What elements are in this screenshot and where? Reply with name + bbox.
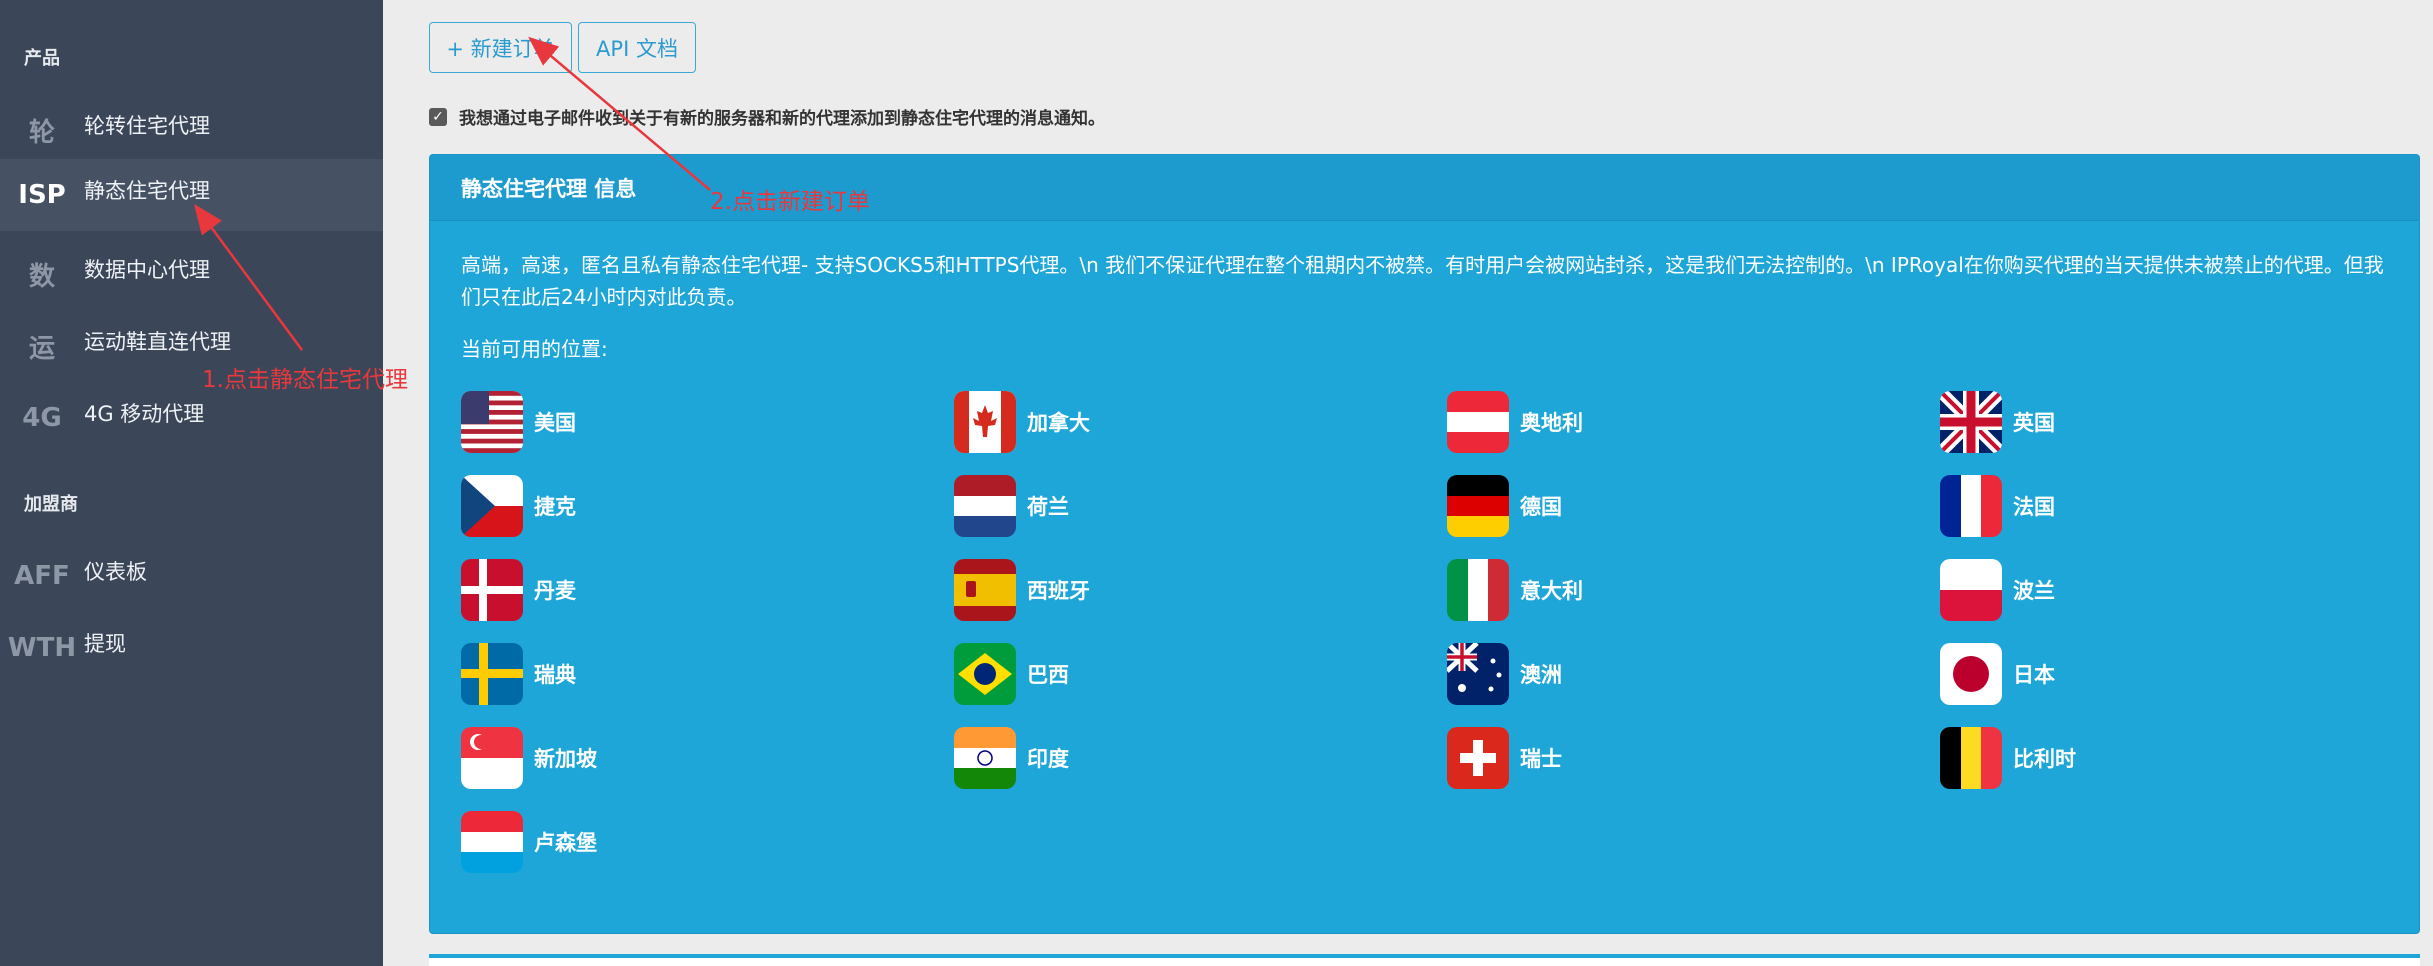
section-title-products: 产品 [24, 48, 60, 69]
nav-abbr: 数 [28, 261, 55, 292]
location-name: 西班牙 [1027, 579, 1090, 603]
location-name: 日本 [2013, 663, 2055, 687]
sidebar-item-dashboard[interactable]: AFF 仪表板 [0, 540, 383, 612]
location-name: 捷克 [534, 495, 576, 519]
nav-abbr: 运 [28, 333, 55, 364]
sidebar-item-datacenter[interactable]: 数 数据中心代理 [0, 238, 383, 310]
email-notify-option: ✓ 我想通过电子邮件收到关于有新的服务器和新的代理添加到静态住宅代理的消息通知。 [429, 104, 1105, 129]
location-item-it: 意大利 [1447, 559, 1927, 621]
location-item-us: 美国 [461, 391, 941, 453]
location-name: 巴西 [1027, 663, 1069, 687]
sidebar-item-rotating-residential[interactable]: 轮 轮转住宅代理 [0, 94, 383, 166]
location-item-lu: 卢森堡 [461, 811, 941, 873]
location-name: 英国 [2013, 411, 2055, 435]
email-notify-checkbox[interactable]: ✓ [429, 107, 447, 126]
location-item-es: 西班牙 [954, 559, 1434, 621]
annotation-step1: 1.点击静态住宅代理 [202, 367, 408, 393]
annotation-step2: 2.点击新建订单 [710, 189, 870, 215]
location-name: 波兰 [2013, 579, 2055, 603]
location-item-ca: 加拿大 [954, 391, 1434, 453]
location-name: 澳洲 [1520, 663, 1562, 687]
location-name: 加拿大 [1027, 411, 1090, 435]
email-notify-label: 我想通过电子邮件收到关于有新的服务器和新的代理添加到静态住宅代理的消息通知。 [459, 109, 1105, 129]
panel-description: 高端，高速，匿名且私有静态住宅代理- 支持SOCKS5和HTTPS代理。\n 我… [461, 253, 2384, 309]
in-flag-icon [954, 727, 1016, 789]
ca-flag-icon [954, 391, 1016, 453]
sidebar-item-withdraw[interactable]: WTH 提现 [0, 612, 383, 684]
es-flag-icon [954, 559, 1016, 621]
sidebar-item-static-residential[interactable]: ISP 静态住宅代理 [0, 159, 383, 231]
nav-label: 静态住宅代理 [84, 179, 210, 203]
location-name: 法国 [2013, 495, 2055, 519]
be-flag-icon [1940, 727, 2002, 789]
location-name: 荷兰 [1027, 495, 1069, 519]
jp-flag-icon [1940, 643, 2002, 705]
location-name: 新加坡 [534, 747, 597, 771]
nav-label: 轮转住宅代理 [84, 114, 210, 138]
location-name: 比利时 [2013, 747, 2076, 771]
nav-label: 运动鞋直连代理 [84, 330, 231, 354]
sidebar: 产品 轮 轮转住宅代理 ISP 静态住宅代理 数 数据中心代理 运 运动鞋直连代… [0, 0, 383, 966]
location-name: 印度 [1027, 747, 1069, 771]
main-content: + 新建订单 API 文档 ✓ 我想通过电子邮件收到关于有新的服务器和新的代理添… [383, 0, 2433, 966]
de-flag-icon [1447, 475, 1509, 537]
at-flag-icon [1447, 391, 1509, 453]
location-item-gb: 英国 [1940, 391, 2420, 453]
location-name: 德国 [1520, 495, 1562, 519]
location-item-nl: 荷兰 [954, 475, 1434, 537]
location-item-de: 德国 [1447, 475, 1927, 537]
nav-label: 数据中心代理 [84, 258, 210, 282]
location-name: 瑞士 [1520, 747, 1562, 771]
nl-flag-icon [954, 475, 1016, 537]
location-item-br: 巴西 [954, 643, 1434, 705]
location-name: 卢森堡 [534, 831, 597, 855]
pl-flag-icon [1940, 559, 2002, 621]
location-item-au: 澳洲 [1447, 643, 1927, 705]
new-order-button[interactable]: + 新建订单 [429, 22, 572, 73]
gb-flag-icon [1940, 391, 2002, 453]
nav-abbr: ISP [18, 180, 66, 210]
location-item-pl: 波兰 [1940, 559, 2420, 621]
panel-title: 静态住宅代理 信息 [461, 176, 637, 201]
location-item-jp: 日本 [1940, 643, 2420, 705]
next-panel-edge [429, 954, 2420, 966]
static-residential-info-panel: 静态住宅代理 信息 高端，高速，匿名且私有静态住宅代理- 支持SOCKS5和HT… [429, 154, 2420, 934]
location-item-at: 奥地利 [1447, 391, 1927, 453]
location-name: 奥地利 [1520, 411, 1583, 435]
nav-abbr: 轮 [28, 117, 55, 148]
us-flag-icon [461, 391, 523, 453]
nav-label: 仪表板 [84, 560, 147, 584]
nav-abbr: 4G [22, 403, 62, 433]
sg-flag-icon [461, 727, 523, 789]
location-name: 意大利 [1520, 579, 1583, 603]
it-flag-icon [1447, 559, 1509, 621]
ch-flag-icon [1447, 727, 1509, 789]
dk-flag-icon [461, 559, 523, 621]
nav-abbr: WTH [7, 633, 77, 663]
available-locations-label: 当前可用的位置: [461, 337, 608, 361]
se-flag-icon [461, 643, 523, 705]
nav-abbr: AFF [14, 561, 70, 591]
section-title-affiliates: 加盟商 [24, 494, 78, 515]
location-item-ch: 瑞士 [1447, 727, 1927, 789]
location-item-be: 比利时 [1940, 727, 2420, 789]
location-item-cz: 捷克 [461, 475, 941, 537]
location-item-dk: 丹麦 [461, 559, 941, 621]
cz-flag-icon [461, 475, 523, 537]
nav-label: 4G 移动代理 [84, 402, 205, 426]
fr-flag-icon [1940, 475, 2002, 537]
location-item-in: 印度 [954, 727, 1434, 789]
nav-label: 提现 [84, 632, 126, 656]
location-item-fr: 法国 [1940, 475, 2420, 537]
location-item-se: 瑞典 [461, 643, 941, 705]
location-name: 美国 [534, 411, 576, 435]
lu-flag-icon [461, 811, 523, 873]
api-docs-button[interactable]: API 文档 [578, 22, 696, 73]
location-item-sg: 新加坡 [461, 727, 941, 789]
location-name: 瑞典 [534, 663, 576, 687]
panel-body: 高端，高速，匿名且私有静态住宅代理- 支持SOCKS5和HTTPS代理。\n 我… [430, 221, 2419, 362]
br-flag-icon [954, 643, 1016, 705]
au-flag-icon [1447, 643, 1509, 705]
location-name: 丹麦 [534, 579, 576, 603]
